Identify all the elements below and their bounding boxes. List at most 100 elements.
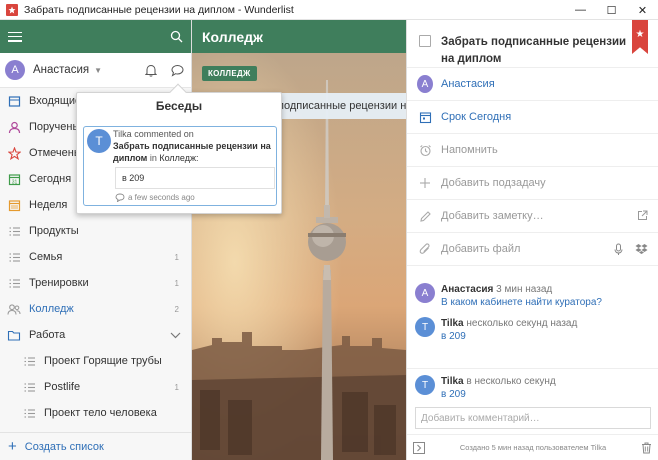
plus-icon: + — [8, 438, 17, 455]
task-detail-pane: Забрать подписанные рецензии на диплом ★… — [406, 20, 658, 460]
comment-time: несколько секунд назад — [466, 318, 578, 329]
avatar: А — [415, 283, 435, 303]
sidebar-item-label: Неделя — [29, 199, 68, 211]
task-row-text: подписанные рецензии на ди — [278, 100, 406, 112]
chevron-up-icon[interactable] — [170, 332, 181, 339]
comment-item: А Анастасия 3 мин назад В каком кабинете… — [415, 283, 653, 309]
sidebar-item-project-body[interactable]: Проект тело человека — [0, 400, 191, 426]
svg-text:31: 31 — [11, 179, 17, 185]
alarm-clock-icon — [417, 142, 433, 158]
search-icon[interactable] — [170, 30, 183, 43]
sidebar-item-postlife[interactable]: Postlife 1 — [0, 374, 191, 400]
detail-footer: Создано 5 мин назад пользователем Tilka — [407, 434, 658, 460]
user-row[interactable]: А Анастасия ▼ — [0, 53, 191, 88]
author-name: Tilka — [113, 129, 132, 139]
comment-icon — [115, 193, 125, 202]
inbox-icon — [7, 94, 21, 108]
tv-tower-image — [192, 20, 406, 460]
due-date-row[interactable]: Срок Сегодня — [407, 101, 658, 134]
comment-author: Tilka — [441, 318, 464, 329]
calendar-icon: 31 — [7, 172, 21, 186]
list-icon — [22, 406, 36, 420]
create-list-label: Создать список — [24, 440, 104, 453]
list-tag: КОЛЛЕДЖ — [202, 66, 257, 81]
avatar: А — [417, 75, 433, 93]
conversations-icon[interactable] — [171, 64, 184, 77]
sidebar-item-label: Проект тело человека — [44, 407, 157, 419]
add-subtask-row[interactable]: Добавить подзадачу — [407, 167, 658, 200]
item-count: 1 — [174, 252, 179, 262]
create-list-button[interactable]: + Создать список — [0, 432, 191, 460]
close-detail-icon[interactable] — [413, 441, 425, 454]
star-ribbon-icon[interactable]: ★ — [632, 20, 648, 54]
conversation-card[interactable]: T Tilka commented on Забрать подписанные… — [83, 126, 277, 206]
sidebar-item-label: Работа — [29, 329, 66, 341]
sidebar-item-label: Проект Горящие трубы — [44, 355, 162, 367]
avatar[interactable]: А — [5, 60, 25, 80]
plus-icon — [417, 175, 433, 191]
task-title[interactable]: Забрать подписанные рецензии на диплом — [441, 34, 631, 68]
list-icon — [7, 250, 21, 264]
list-title[interactable]: Колледж — [192, 20, 406, 53]
time-label: a few seconds ago — [128, 193, 195, 202]
title-bar: Забрать подписанные рецензии на диплом -… — [0, 0, 658, 20]
list-panel: Колледж КОЛЛЕДЖ подписанные рецензии на … — [192, 20, 406, 460]
created-info: Создано 5 мин назад пользователем Tilka — [459, 443, 607, 452]
sidebar-item-label: Колледж — [29, 303, 74, 315]
complete-checkbox[interactable] — [419, 35, 431, 47]
dropbox-icon[interactable] — [635, 243, 648, 255]
sidebar-item-label: Отмечены — [29, 147, 82, 159]
list-icon — [22, 380, 36, 394]
maximize-button[interactable]: ☐ — [596, 0, 627, 20]
add-subtask-label: Добавить подзадачу — [441, 177, 546, 189]
item-count: 1 — [174, 278, 179, 288]
add-file-row[interactable]: Добавить файл — [407, 233, 658, 266]
comment-time: a few seconds ago — [115, 193, 195, 202]
sidebar-item-workouts[interactable]: Тренировки 1 — [0, 270, 191, 296]
sidebar-item-label: Входящие — [29, 95, 82, 107]
add-note-row[interactable]: Добавить заметку… — [407, 200, 658, 233]
wunderlist-logo-icon — [6, 3, 18, 16]
bell-icon[interactable] — [145, 64, 157, 77]
reminder-row[interactable]: Напомнить — [407, 134, 658, 167]
sidebar-item-label: Поручены — [29, 121, 81, 133]
minimize-button[interactable]: — — [565, 0, 596, 20]
avatar: T — [415, 317, 435, 337]
user-name[interactable]: Анастасия — [33, 64, 89, 76]
sidebar-item-label: Семья — [29, 251, 63, 263]
action-text: commented on — [134, 129, 194, 139]
list-name: Колледж: — [159, 153, 199, 163]
popover-title: Беседы — [155, 99, 203, 113]
assignee-row[interactable]: А Анастасия — [407, 68, 658, 101]
expand-icon[interactable] — [637, 210, 648, 221]
comment-time: 3 мин назад — [496, 284, 553, 295]
divider — [407, 368, 658, 369]
sidebar-folder-work[interactable]: Работа — [0, 322, 191, 348]
shared-list-icon — [7, 302, 21, 316]
sidebar-item-products[interactable]: Продукты — [0, 218, 191, 244]
sidebar-toolbar — [0, 20, 191, 53]
detail-header: Забрать подписанные рецензии на диплом ★ — [407, 20, 658, 68]
close-button[interactable]: ✕ — [627, 0, 658, 20]
reminder-label: Напомнить — [441, 144, 498, 156]
comment-time: в несколько секунд — [466, 376, 556, 387]
menu-icon[interactable] — [8, 31, 22, 42]
comment-text: в 209 — [441, 389, 466, 400]
comment-input[interactable] — [415, 407, 651, 429]
pencil-icon — [417, 208, 433, 224]
list-icon — [7, 276, 21, 290]
microphone-icon[interactable] — [614, 243, 623, 256]
sidebar-item-label: Продукты — [29, 225, 79, 237]
sidebar-item-project-pipes[interactable]: Проект Горящие трубы — [0, 348, 191, 374]
sidebar-item-family[interactable]: Семья 1 — [0, 244, 191, 270]
avatar: T — [415, 375, 435, 395]
paperclip-icon — [417, 241, 433, 257]
chevron-down-icon[interactable]: ▼ — [94, 66, 102, 75]
sidebar-item-college[interactable]: Колледж 2 — [0, 296, 191, 322]
folder-icon — [7, 328, 21, 342]
sidebar-item-label: Сегодня — [29, 173, 72, 185]
comment-item: T Tilka несколько секунд назад в 209 — [415, 317, 653, 343]
trash-icon[interactable] — [641, 442, 652, 454]
comment-author: Tilka — [441, 376, 464, 387]
week-icon — [7, 198, 21, 212]
